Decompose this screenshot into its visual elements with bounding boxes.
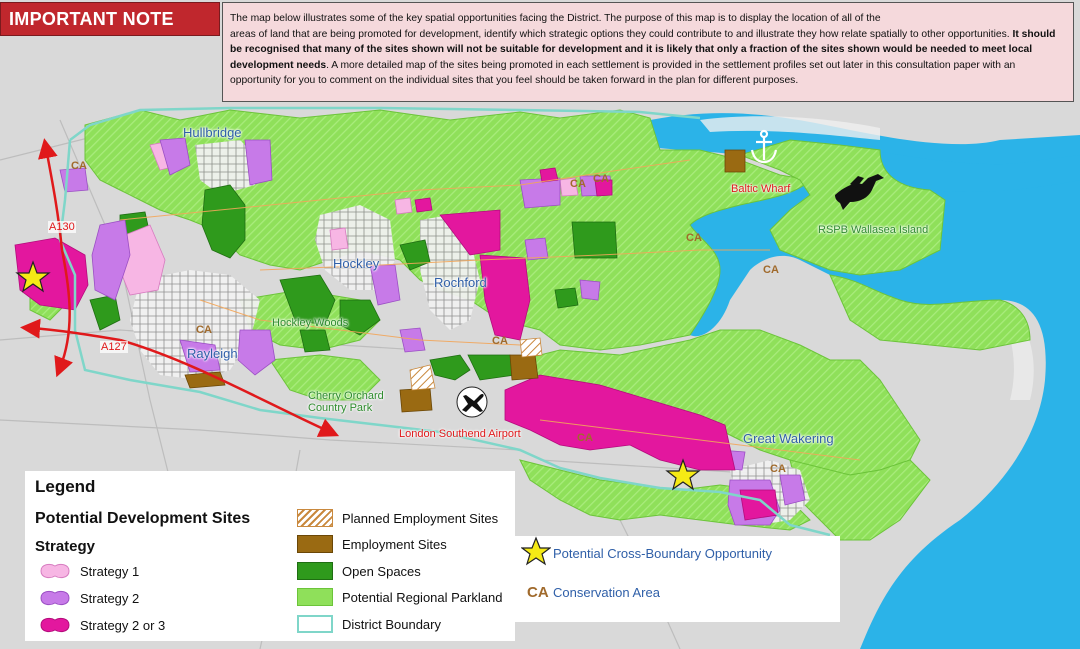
legend-cross-boundary: Potential Cross-Boundary Opportunity	[553, 546, 772, 561]
place-label-baltic-wharf: Baltic Wharf	[731, 183, 791, 195]
important-note-text: The map below illustrates some of the ke…	[222, 2, 1074, 102]
place-label-hockley-woods: Hockley Woods	[272, 317, 349, 329]
airplane-icon	[456, 386, 488, 418]
road-label-a130: A130	[48, 221, 76, 233]
ca-label: CA	[763, 264, 779, 276]
note-line-2: areas of land that are being promoted fo…	[230, 28, 945, 40]
note-line-3: opportunities.	[947, 28, 1010, 40]
legend-district-boundary: District Boundary	[342, 617, 441, 632]
ca-label: CA	[570, 178, 586, 190]
legend-strategy-2-or-3: Strategy 2 or 3	[80, 618, 166, 633]
legend-panel-right: Potential Cross-Boundary Opportunity CA …	[515, 536, 840, 622]
legend-employment: Employment Sites	[342, 537, 447, 552]
legend-planned-employment: Planned Employment Sites	[342, 511, 499, 526]
strategy-2-or-3-swatch	[40, 617, 70, 633]
ca-label: CA	[593, 173, 609, 185]
legend-title: Legend	[35, 477, 96, 496]
ca-label: CA	[196, 324, 212, 336]
legend-panel: Legend Potential Development Sites Strat…	[25, 471, 515, 641]
open-spaces-swatch	[297, 562, 333, 580]
important-note-title: IMPORTANT NOTE	[9, 9, 174, 29]
legend-strategy-2: Strategy 2	[80, 591, 140, 606]
regional-parkland-swatch	[297, 588, 333, 606]
note-line-1: The map below illustrates some of the ke…	[230, 13, 881, 24]
legend-strategy-heading: Strategy	[35, 538, 96, 555]
cherry-orchard-line-1: Cherry Orchard	[308, 390, 384, 402]
legend-regional-parkland: Potential Regional Parkland	[342, 590, 503, 605]
important-note-tag: IMPORTANT NOTE	[0, 2, 220, 36]
place-label-airport: London Southend Airport	[399, 428, 521, 440]
place-label-rspb: RSPB Wallasea Island	[818, 224, 929, 236]
ca-label: CA	[770, 463, 786, 475]
road-label-a127: A127	[100, 341, 128, 353]
cherry-orchard-line-2: Country Park	[308, 402, 373, 414]
star-icon	[521, 536, 551, 566]
strategy-2-swatch	[40, 590, 70, 606]
legend-strategy-1: Strategy 1	[80, 564, 140, 579]
employment-swatch	[297, 535, 333, 553]
place-label-hockley: Hockley	[333, 256, 380, 271]
legend-open-spaces: Open Spaces	[342, 564, 421, 579]
strategy-1-swatch	[40, 563, 70, 579]
district-boundary-swatch	[297, 615, 333, 633]
legend-conservation-area: Conservation Area	[553, 585, 660, 600]
legend-subtitle: Potential Development Sites	[35, 510, 251, 527]
place-label-rayleigh: Rayleigh	[187, 346, 238, 361]
planned-employment-swatch	[297, 509, 333, 527]
place-label-cherry-orchard: Cherry Orchard Country Park	[308, 390, 384, 414]
ca-label: CA	[492, 335, 508, 347]
place-label-rochford: Rochford	[434, 275, 487, 290]
place-label-great-wakering: Great Wakering	[743, 431, 834, 446]
note-line-4: . A more detailed map of the sites being…	[230, 59, 1016, 87]
legend-ca-abbrev: CA	[527, 584, 549, 601]
ca-label: CA	[577, 432, 593, 444]
ca-label: CA	[71, 160, 87, 172]
ca-label: CA	[686, 232, 702, 244]
place-label-hullbridge: Hullbridge	[183, 125, 242, 140]
